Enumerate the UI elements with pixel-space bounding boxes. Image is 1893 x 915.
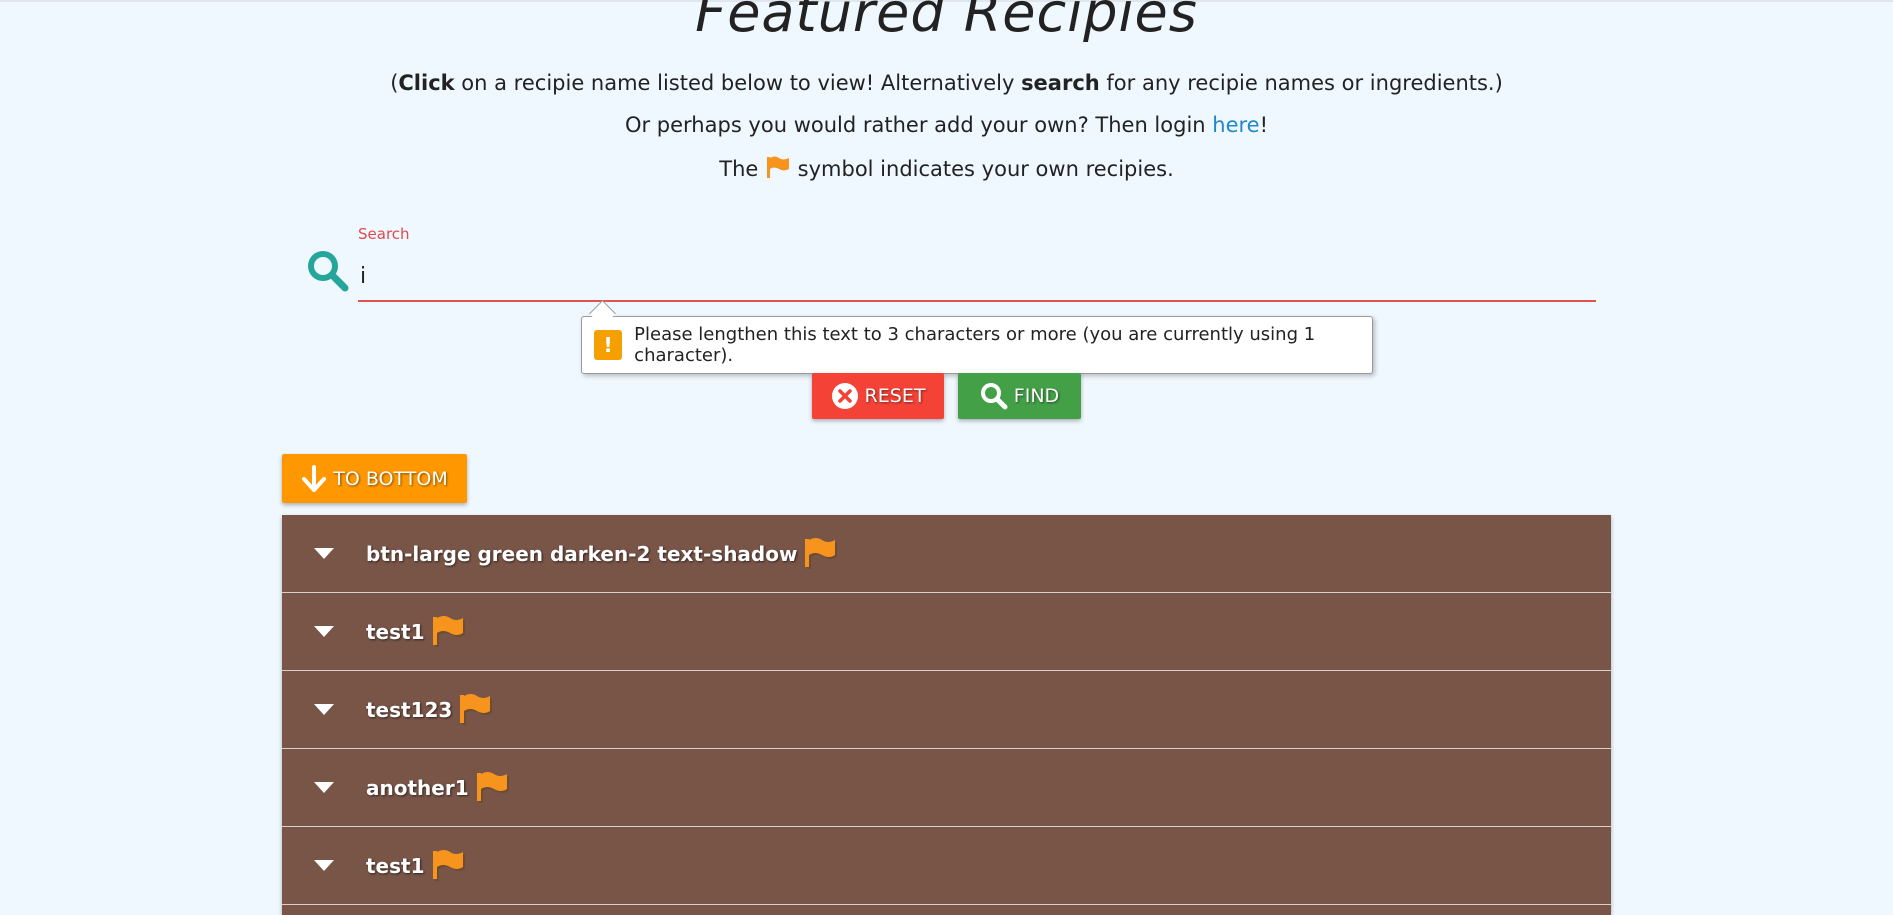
flag-icon (429, 613, 467, 651)
flag-icon (429, 847, 467, 885)
warning-icon: ! (594, 330, 623, 360)
close-circle-icon (831, 383, 858, 409)
recipe-list-item[interactable]: another1 (282, 749, 1611, 827)
recipe-name: test1 (366, 619, 425, 644)
to-bottom-label: TO BOTTOM (333, 467, 448, 490)
flag-icon (473, 769, 511, 807)
caret-down-icon (314, 548, 334, 559)
flag-icon (765, 155, 791, 184)
recipe-list-item[interactable]: test1 (282, 827, 1611, 905)
search-icon (980, 383, 1008, 410)
caret-down-icon (314, 782, 334, 793)
flag-legend-text: The symbol indicates your own recipies. (0, 155, 1893, 184)
flag-icon (456, 691, 494, 729)
recipe-name: test123 (366, 697, 453, 722)
flag-icon (801, 535, 839, 573)
find-label: FIND (1013, 385, 1060, 407)
caret-down-icon (314, 860, 334, 871)
to-bottom-button[interactable]: TO BOTTOM (282, 454, 467, 503)
page-title: Featured Recipies (695, 0, 1198, 44)
arrow-down-icon (302, 464, 327, 492)
intro-text: (Click on a recipie name listed below to… (390, 71, 1503, 95)
reset-button[interactable]: RESET (812, 373, 944, 419)
recipe-list: btn-large green darken-2 text-shadow tes… (282, 515, 1611, 915)
intro-search-word: search (1021, 71, 1100, 95)
recipe-list-item[interactable]: test1 (282, 593, 1611, 671)
intro-click-word: Click (398, 71, 455, 95)
search-icon (305, 248, 351, 294)
recipe-name: btn-large green darken-2 text-shadow (366, 541, 798, 566)
recipe-list-item[interactable]: test123 (282, 671, 1611, 749)
recipe-list-item[interactable]: btn-large green darken-2 text-shadow (282, 515, 1611, 593)
caret-down-icon (314, 704, 334, 715)
find-button[interactable]: FIND (958, 373, 1081, 419)
validation-message: Please lengthen this text to 3 character… (634, 324, 1316, 366)
login-text: Or perhaps you would rather add your own… (624, 113, 1269, 137)
login-link[interactable]: here (1212, 113, 1259, 137)
recipe-name: test1 (366, 853, 425, 878)
caret-down-icon (314, 626, 334, 637)
validation-tooltip: ! Please lengthen this text to 3 charact… (581, 316, 1373, 374)
recipe-name: another1 (366, 775, 469, 800)
search-input[interactable] (358, 252, 1596, 302)
search-label: Search (358, 225, 410, 243)
reset-label: RESET (864, 385, 926, 407)
